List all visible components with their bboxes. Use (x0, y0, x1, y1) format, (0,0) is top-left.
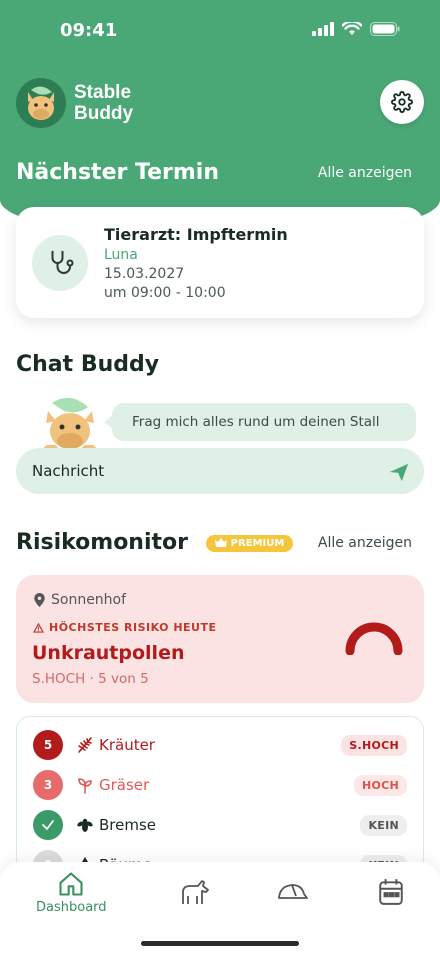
chat-header: Chat Buddy (16, 352, 412, 377)
appointment-time: um 09:00 - 10:00 (104, 285, 226, 301)
horse-mascot (38, 393, 102, 453)
checkmark-icon (42, 820, 54, 830)
horse-icon (182, 880, 209, 904)
appointment-date: 15.03.2027 (104, 266, 185, 282)
send-icon (389, 463, 409, 482)
risk-location: Sonnenhof (34, 592, 126, 608)
settings-button[interactable] (380, 80, 424, 124)
gear-icon (391, 91, 413, 113)
app-logo: Stable Buddy (16, 78, 133, 128)
risk-header: Risikomonitor PREMIUM Alle anzeigen (16, 530, 412, 555)
highest-risk-label: HÖCHSTES RISIKO HEUTE (33, 621, 217, 634)
premium-label: PREMIUM (230, 537, 285, 549)
risk-item-name: Bremse (99, 816, 157, 834)
risk-item-name: Gräser (99, 776, 150, 794)
risk-level-indicator (33, 810, 63, 840)
riding-helmet-icon (278, 884, 308, 899)
nav-dashboard[interactable]: Dashboard (36, 870, 107, 915)
app-name-line1: Stable (74, 82, 132, 103)
status-bar: 09:41 (0, 0, 440, 62)
risk-level-badge: KEIN (360, 814, 407, 836)
risk-item-name: Kräuter (99, 736, 155, 754)
risk-location-name: Sonnenhof (51, 592, 127, 608)
next-appointment-header: Nächster Termin Alle anzeigen (16, 160, 412, 185)
app-name: Stable Buddy (74, 82, 133, 124)
premium-badge: PREMIUM (205, 534, 294, 552)
risk-row-2[interactable]: Bremse KEIN (33, 809, 407, 841)
herb-icon (75, 735, 95, 755)
signal-icon (312, 22, 334, 36)
highest-risk-name: Unkrautpollen (32, 642, 185, 664)
home-icon (59, 872, 83, 896)
calendar-icon (379, 879, 403, 905)
fly-icon (75, 815, 95, 835)
wifi-icon (342, 22, 362, 35)
chat-title: Chat Buddy (16, 352, 160, 377)
status-time: 09:41 (60, 20, 118, 41)
nav-horses[interactable] (180, 878, 210, 906)
risk-level-indicator: 5 (33, 730, 63, 760)
risk-row-1[interactable]: 3 Gräser HOCH (33, 769, 407, 801)
risk-level-badge: S.HOCH (341, 734, 407, 756)
send-button[interactable] (388, 461, 410, 483)
risk-gauge (345, 622, 403, 655)
status-icons (312, 22, 400, 36)
risk-title-text: Risikomonitor (16, 530, 188, 555)
nav-riding[interactable] (276, 880, 308, 904)
risk-row-0[interactable]: 5 Kräuter S.HOCH (33, 729, 407, 761)
appointment-horse: Luna (104, 247, 138, 263)
location-pin-icon (34, 593, 45, 607)
chat-bubble: Frag mich alles rund um deinen Stall (104, 403, 416, 441)
appointment-card[interactable]: Tierarzt: Impftermin Luna 15.03.2027 um … (16, 207, 424, 318)
sprout-icon (75, 775, 95, 795)
risk-show-all-link[interactable]: Alle anzeigen (318, 535, 412, 551)
highest-risk-card[interactable]: Sonnenhof HÖCHSTES RISIKO HEUTE Unkrautp… (16, 575, 424, 703)
risk-level-badge: HOCH (353, 774, 407, 796)
battery-icon (370, 22, 400, 36)
risk-gauge-fill (345, 622, 403, 655)
appointment-title: Tierarzt: Impftermin (104, 225, 288, 244)
nav-dashboard-label: Dashboard (36, 900, 107, 915)
highest-risk-detail: S.HOCH · 5 von 5 (32, 671, 149, 687)
crown-icon (214, 538, 227, 547)
stethoscope-icon (32, 235, 88, 291)
home-indicator (141, 941, 299, 946)
app-name-line2: Buddy (74, 103, 134, 124)
risk-title: Risikomonitor PREMIUM (16, 530, 294, 555)
risk-level-indicator: 3 (33, 770, 63, 800)
horse-mascot-logo (16, 78, 66, 128)
nav-calendar[interactable] (378, 878, 404, 906)
appointments-show-all-link[interactable]: Alle anzeigen (318, 165, 412, 181)
warning-icon (33, 622, 44, 633)
highest-risk-label-text: HÖCHSTES RISIKO HEUTE (49, 621, 217, 634)
next-appointment-title: Nächster Termin (16, 160, 219, 185)
chat-message-input[interactable]: Nachricht (16, 448, 424, 494)
